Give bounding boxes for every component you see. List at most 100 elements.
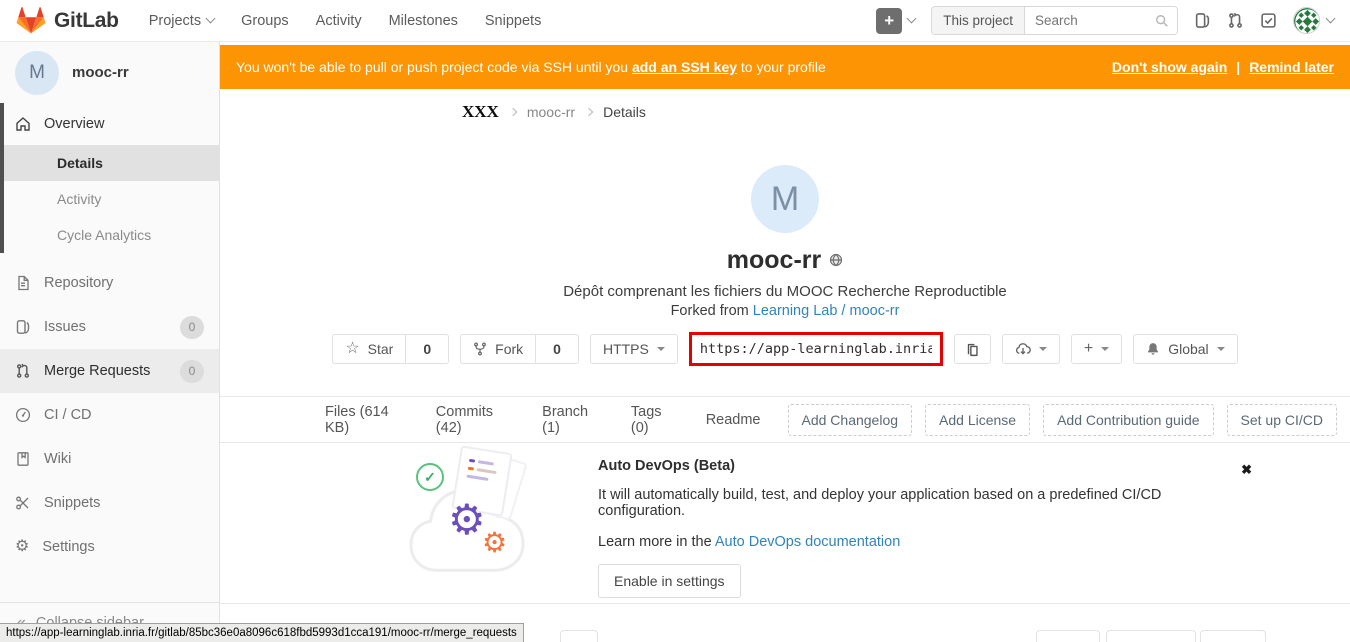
project-avatar: M bbox=[15, 51, 59, 95]
auto-devops-illustration: ✓ ⚙ ⚙ bbox=[408, 449, 530, 579]
partial-button[interactable] bbox=[1106, 630, 1196, 642]
tab-branch[interactable]: Branch (1) bbox=[542, 404, 604, 436]
star-icon: ☆ bbox=[345, 341, 359, 357]
copy-url-button[interactable] bbox=[954, 334, 991, 364]
breadcrumb-current: Details bbox=[603, 104, 646, 120]
issues-icon[interactable] bbox=[1194, 12, 1211, 29]
avatar[interactable] bbox=[1293, 7, 1320, 34]
search-icon bbox=[1155, 14, 1169, 28]
issues-icon bbox=[15, 319, 31, 335]
breadcrumb-namespace[interactable]: XXX bbox=[462, 102, 499, 122]
sidebar-item-repository[interactable]: Repository bbox=[0, 261, 219, 305]
check-circle-icon: ✓ bbox=[416, 463, 444, 491]
sidebar-item-wiki[interactable]: Wiki bbox=[0, 437, 219, 481]
partial-button[interactable] bbox=[560, 630, 598, 642]
chevron-right-icon bbox=[585, 108, 593, 116]
scissors-icon bbox=[15, 495, 31, 511]
project-title-row: mooc-rr bbox=[220, 244, 1350, 276]
add-license-button[interactable]: Add License bbox=[925, 404, 1030, 436]
add-contribution-guide-button[interactable]: Add Contribution guide bbox=[1043, 404, 1213, 436]
plus-icon: + bbox=[1084, 340, 1093, 358]
setup-cicd-button[interactable]: Set up CI/CD bbox=[1227, 404, 1337, 436]
enable-in-settings-button[interactable]: Enable in settings bbox=[598, 564, 741, 598]
remind-later-link[interactable]: Remind later bbox=[1249, 59, 1334, 75]
chevron-down-icon bbox=[206, 14, 216, 24]
brand-title[interactable]: GitLab bbox=[54, 9, 119, 33]
tab-readme[interactable]: Readme bbox=[706, 412, 761, 428]
clipboard-icon bbox=[965, 342, 980, 357]
tab-tags[interactable]: Tags (0) bbox=[631, 404, 679, 436]
protocol-dropdown[interactable]: HTTPS bbox=[590, 334, 678, 364]
document-icon bbox=[15, 275, 31, 291]
gear-icon: ⚙ bbox=[15, 539, 29, 555]
clone-url-input[interactable] bbox=[692, 341, 940, 357]
breadcrumb-project[interactable]: mooc-rr bbox=[527, 104, 575, 120]
todos-icon[interactable] bbox=[1260, 12, 1277, 29]
auto-devops-callout: ✓ ⚙ ⚙ Auto DevOps (Beta) It will automat… bbox=[220, 443, 1350, 604]
caret-down-icon bbox=[657, 347, 665, 351]
sidebar-item-activity[interactable]: Activity bbox=[4, 181, 219, 217]
partial-button[interactable] bbox=[1200, 630, 1266, 642]
star-button-group: ☆ Star 0 bbox=[332, 334, 449, 364]
new-menu-dropdown[interactable]: + bbox=[876, 8, 915, 34]
nav-snippets[interactable]: Snippets bbox=[485, 13, 541, 29]
page-title: mooc-rr bbox=[727, 246, 821, 275]
sidebar-item-cycle-analytics[interactable]: Cycle Analytics bbox=[4, 217, 219, 253]
sidebar-project-header[interactable]: M mooc-rr bbox=[0, 42, 219, 103]
add-dropdown[interactable]: + bbox=[1071, 334, 1122, 364]
sidebar-section-overview: Overview Details Activity Cycle Analytic… bbox=[0, 103, 219, 253]
gear-icon: ⚙ bbox=[482, 529, 507, 557]
caret-down-icon bbox=[1217, 347, 1225, 351]
sidebar-item-details[interactable]: Details bbox=[4, 145, 219, 181]
tab-commits[interactable]: Commits (42) bbox=[436, 404, 515, 436]
dont-show-again-link[interactable]: Don't show again bbox=[1112, 59, 1227, 75]
home-icon bbox=[15, 116, 31, 132]
partial-button[interactable] bbox=[1036, 630, 1100, 642]
nav-milestones[interactable]: Milestones bbox=[389, 13, 458, 29]
add-changelog-button[interactable]: Add Changelog bbox=[788, 404, 913, 436]
ssh-banner-message: You won't be able to pull or push projec… bbox=[236, 59, 826, 75]
caret-down-icon bbox=[1101, 347, 1109, 351]
close-icon[interactable]: ✖ bbox=[1241, 462, 1252, 478]
notification-dropdown[interactable]: Global bbox=[1133, 334, 1237, 364]
chevron-right-icon bbox=[509, 108, 517, 116]
sidebar-item-overview[interactable]: Overview bbox=[4, 103, 219, 145]
nav-groups[interactable]: Groups bbox=[241, 13, 289, 29]
auto-devops-doc-link[interactable]: Auto DevOps documentation bbox=[715, 534, 900, 550]
sidebar-item-issues[interactable]: Issues 0 bbox=[0, 305, 219, 349]
sidebar-item-cicd[interactable]: CI / CD bbox=[0, 393, 219, 437]
add-ssh-key-link[interactable]: add an SSH key bbox=[632, 59, 737, 75]
download-dropdown[interactable] bbox=[1002, 334, 1060, 364]
star-button[interactable]: ☆ Star bbox=[332, 334, 406, 364]
search-group: This project bbox=[931, 6, 1178, 35]
chevron-down-icon bbox=[1326, 14, 1336, 24]
forked-from-link[interactable]: Learning Lab / mooc-rr bbox=[753, 303, 900, 319]
bell-icon bbox=[1146, 342, 1160, 356]
user-menu-dropdown[interactable] bbox=[1293, 7, 1334, 34]
fork-button-group: Fork 0 bbox=[460, 334, 579, 364]
gear-icon: ⚙ bbox=[448, 499, 486, 541]
project-avatar-large: M bbox=[751, 165, 819, 233]
project-sidebar: M mooc-rr Overview Details Activity Cycl… bbox=[0, 42, 220, 642]
fork-count[interactable]: 0 bbox=[536, 334, 579, 364]
tab-files[interactable]: Files (614 KB) bbox=[325, 404, 409, 436]
sidebar-item-snippets[interactable]: Snippets bbox=[0, 481, 219, 525]
plus-icon[interactable]: + bbox=[876, 8, 902, 34]
star-count[interactable]: 0 bbox=[406, 334, 449, 364]
fork-icon bbox=[473, 342, 487, 356]
auto-devops-learn-line: Learn more in the Auto DevOps documentat… bbox=[598, 534, 1238, 550]
sidebar-item-settings[interactable]: ⚙ Settings bbox=[0, 525, 219, 569]
merge-requests-icon[interactable] bbox=[1227, 12, 1244, 29]
browser-status-bar: https://app-learninglab.inria.fr/gitlab/… bbox=[0, 623, 524, 642]
auto-devops-title: Auto DevOps (Beta) bbox=[598, 458, 1238, 474]
fork-button[interactable]: Fork bbox=[460, 334, 536, 364]
auto-devops-description: It will automatically build, test, and d… bbox=[598, 487, 1238, 519]
gitlab-logo-icon[interactable] bbox=[16, 6, 46, 35]
nav-activity[interactable]: Activity bbox=[316, 13, 362, 29]
sidebar-item-merge-requests[interactable]: Merge Requests 0 bbox=[0, 349, 219, 393]
nav-projects[interactable]: Projects bbox=[149, 13, 214, 29]
primary-nav: Projects Groups Activity Milestones Snip… bbox=[149, 13, 542, 29]
merge-requests-count-badge: 0 bbox=[180, 360, 204, 383]
top-navbar: GitLab Projects Groups Activity Mileston… bbox=[0, 0, 1350, 42]
book-icon bbox=[15, 451, 31, 467]
